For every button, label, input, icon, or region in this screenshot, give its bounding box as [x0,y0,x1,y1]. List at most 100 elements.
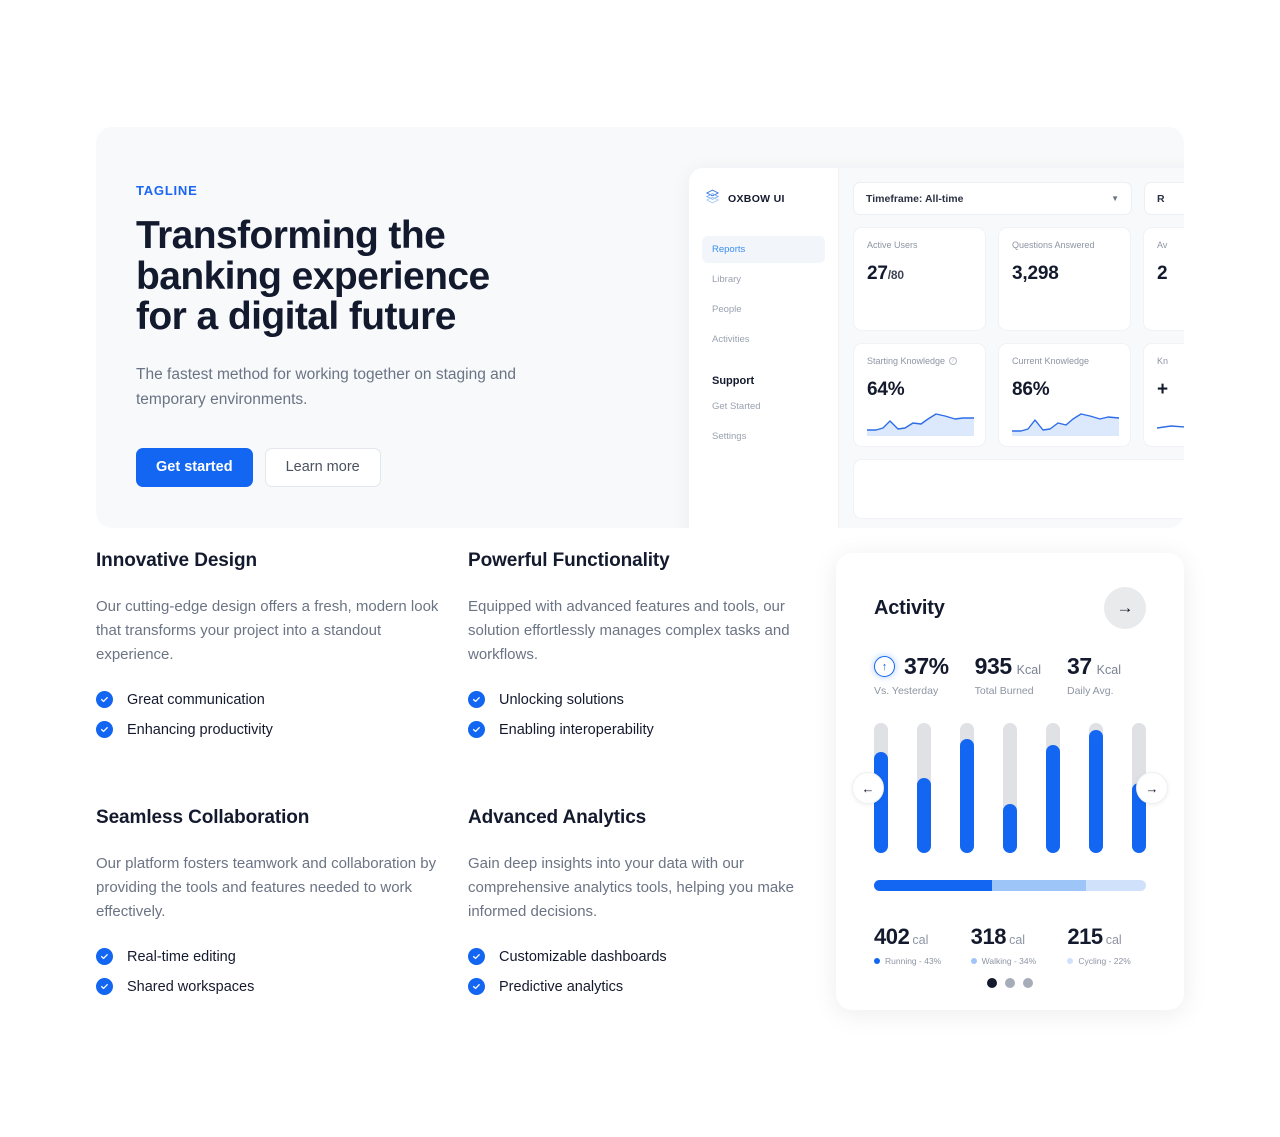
activity-stats: ↑ 37% Vs. Yesterday 935 Kcal Total Burne… [874,653,1146,697]
list-item: Shared workspaces [96,978,468,995]
dashboard-toolbar: Timeframe: All-time ▼ R [853,182,1184,215]
stat-vs-yesterday: ↑ 37% Vs. Yesterday [874,653,949,697]
list-item-label: Great communication [127,691,265,708]
dashboard-sidebar: OXBOW UI Reports Library People Activiti… [689,168,839,528]
bar-fill [917,777,931,853]
hero-subtitle: The fastest method for working together … [136,365,516,408]
segment-cycling [1085,880,1146,891]
feature-description: Our cutting-edge design offers a fresh, … [96,598,439,663]
list-item: Predictive analytics [468,978,816,995]
feature-list: Unlocking solutions Enabling interoperab… [468,691,816,738]
sidebar-item-people[interactable]: People [702,296,825,323]
legend-label: Walking - 34% [981,956,1037,966]
stat-card-row-2: Starting Knowledge i 64% Current Knowled… [853,343,1184,447]
stat-label-text: Starting Knowledge [867,356,946,366]
activity-next-button[interactable]: → [1104,587,1146,629]
timeframe-select[interactable]: Timeframe: All-time ▼ [853,182,1132,215]
arrow-right-icon: → [1116,598,1134,617]
brand: OXBOW UI [702,188,825,210]
list-item-label: Shared workspaces [127,978,255,995]
stat-card-starting-knowledge: Starting Knowledge i 64% [853,343,986,447]
stat-value: 37 [1066,653,1092,679]
segment-running [874,880,993,891]
stat-value: 3,298 [1012,263,1059,284]
sidebar-item-activities[interactable]: Activities [702,326,825,353]
stat-card-knowledge-gain: Kn + [1143,343,1184,447]
oxbow-logo-icon [704,188,721,210]
list-item: Great communication [96,691,468,708]
list-item-label: Enabling interoperability [499,721,654,738]
hero-title-line-2: banking experience [136,254,490,298]
pagination-dot[interactable] [1023,978,1033,988]
feature-seamless-collaboration: Seamless Collaboration Our platform fost… [96,807,468,1008]
arrow-left-icon: ← [861,780,875,796]
sidebar-item-library[interactable]: Library [702,266,825,293]
bar-track[interactable] [960,723,974,853]
pagination-dot[interactable] [1005,978,1015,988]
hero-panel: TAGLINE Transforming the banking experie… [96,127,1184,528]
dashboard-main: Timeframe: All-time ▼ R Active Users 27/… [839,168,1184,528]
feature-list: Great communication Enhancing productivi… [96,691,468,738]
list-item: Unlocking solutions [468,691,816,708]
sidebar-item-reports[interactable]: Reports [702,236,825,263]
sparkline-chart [1157,425,1184,429]
check-icon [96,691,113,708]
feature-innovative-design: Innovative Design Our cutting-edge desig… [96,550,468,751]
bar-fill [960,738,974,853]
bars-next-button[interactable]: → [1136,772,1168,804]
activity-bar-chart: ← → [852,723,1168,853]
stat-caption: Total Burned [974,685,1034,697]
legend-label: Running - 43% [885,956,942,966]
activity-legend: 402 cal Running - 43% 318 cal Walking - 34… [874,924,1146,966]
legend-running: 402 cal Running - 43% [874,924,953,966]
bar-track[interactable] [1003,723,1017,853]
bar-track[interactable] [917,723,931,853]
legend-unit: cal [912,933,929,947]
bar-track[interactable] [1046,723,1060,853]
bar-fill [1003,803,1017,853]
bar-fill [1046,745,1060,853]
list-item-label: Enhancing productivity [127,721,273,738]
stat-card-row-1: Active Users 27/80 Questions Answered 3,… [853,227,1184,331]
hero-tagline: TAGLINE [136,183,198,198]
learn-more-button[interactable]: Learn more [264,447,381,487]
activity-pagination [874,978,1146,988]
stat-value: 935 [974,653,1012,679]
stat-label: Current Knowledge [1012,356,1090,366]
feature-description: Our platform fosters teamwork and collab… [96,855,437,920]
legend-unit: cal [1009,933,1026,947]
info-icon[interactable]: i [949,357,958,365]
pagination-dot[interactable] [987,978,997,988]
hero-title-line-3: for a digital future [136,295,456,339]
stat-label: Starting Knowledge i [867,356,972,366]
get-started-button[interactable]: Get started [136,447,253,487]
stat-value: 2 [1157,263,1168,284]
hero-content: TAGLINE Transforming the banking experie… [136,183,696,487]
legend-walking: 318 cal Walking - 34% [970,924,1050,966]
bars-prev-button[interactable]: ← [852,772,884,804]
feature-title: Powerful Functionality [468,550,670,571]
stat-daily-avg: 37 Kcal Daily Avg. [1067,653,1121,697]
stat-number: 27 [867,263,888,284]
feature-powerful-functionality: Powerful Functionality Equipped with adv… [468,550,816,751]
list-item: Enabling interoperability [468,721,816,738]
feature-title: Seamless Collaboration [96,807,310,828]
bar-track[interactable] [1089,723,1103,853]
sidebar-item-settings[interactable]: Settings [702,423,825,450]
check-icon [468,721,485,738]
stat-label: Av [1157,240,1168,250]
sidebar-item-get-started[interactable]: Get Started [702,393,825,420]
secondary-select[interactable]: R [1144,182,1184,215]
page-title: Transforming the banking experience for … [136,215,696,339]
stat-value: 27/80 [867,263,972,285]
legend-dot [1067,958,1074,964]
list-item-label: Predictive analytics [499,978,624,995]
stat-value: 64% [867,379,905,400]
legend-unit: cal [1105,933,1122,947]
secondary-select-label: R [1157,192,1165,205]
stat-card-average: Av 2 [1143,227,1184,331]
feature-title: Innovative Design [96,550,257,571]
sidebar-section-support: Support [712,375,755,387]
legend-value: 215 [1067,924,1103,949]
stat-suffix: /80 [887,268,904,282]
